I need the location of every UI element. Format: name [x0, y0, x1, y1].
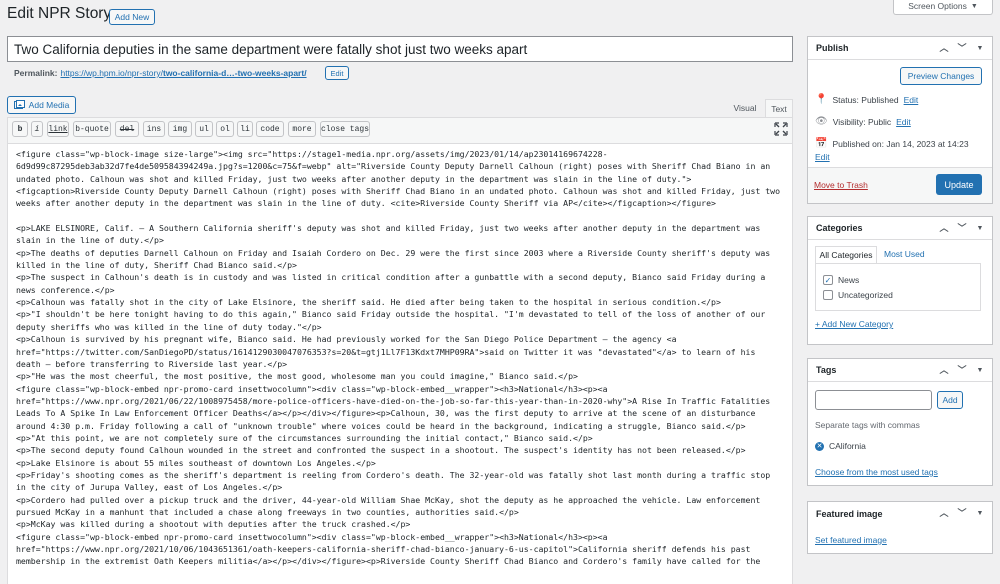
box-controls: ︿ ﹀ ▼ [938, 223, 986, 234]
qt-bold-button[interactable]: b [12, 121, 28, 137]
set-featured-image-link[interactable]: Set featured image [815, 535, 887, 545]
tags-hint: Separate tags with commas [815, 420, 920, 430]
qt-li-button[interactable]: li [237, 121, 253, 137]
category-label: Uncategorized [838, 290, 893, 300]
chevron-down-icon[interactable]: ﹀ [956, 508, 968, 519]
featured-image-box: Featured image ︿ ﹀ ▼ [807, 501, 993, 554]
qt-close-tags-button[interactable]: close tags [320, 121, 370, 137]
chevron-down-icon[interactable]: ﹀ [956, 223, 968, 234]
status-row: 📍 Status: Published Edit [815, 94, 918, 105]
checkbox-checked[interactable]: ✓ [823, 275, 833, 285]
caret-down-icon[interactable]: ▼ [974, 223, 986, 234]
chevron-up-icon[interactable]: ︿ [938, 365, 950, 376]
categories-box-header: Categories ︿ ﹀ ▼ [808, 217, 992, 240]
permalink-slug: two-california-d…-two-weeks-apart/ [162, 68, 307, 78]
add-media-button[interactable]: Add Media [7, 96, 76, 114]
publish-title: Publish [816, 43, 849, 53]
tab-visual[interactable]: Visual [729, 99, 761, 117]
published-edit-link[interactable]: Edit [815, 152, 830, 162]
box-controls: ︿ ﹀ ▼ [938, 508, 986, 519]
remove-tag-icon[interactable]: ✕ [815, 441, 824, 451]
status-label: Status: Published [832, 94, 899, 105]
tags-title: Tags [816, 365, 837, 375]
calendar-icon: 📅 [815, 138, 828, 149]
screen-options-button[interactable]: Screen Options ▼ [893, 0, 993, 15]
content-textarea[interactable]: <figure class="wp-block-image size-large… [7, 144, 793, 584]
qt-link-button[interactable]: link [47, 121, 69, 137]
screen-options-label: Screen Options [908, 1, 967, 11]
published-label: Published on: Jan 14, 2023 at 14:23 [832, 138, 969, 149]
caret-down-icon[interactable]: ▼ [974, 43, 986, 54]
post-title-value: Two California deputies in the same depa… [14, 41, 528, 57]
featured-image-title: Featured image [816, 508, 883, 519]
qt-ul-button[interactable]: ul [195, 121, 213, 137]
tab-all-categories[interactable]: All Categories [815, 246, 877, 263]
chevron-down-icon[interactable]: ﹀ [956, 43, 968, 54]
category-list [815, 263, 981, 311]
page-title: Edit NPR Story [7, 5, 112, 22]
qt-bquote-button[interactable]: b-quote [73, 121, 111, 137]
tags-box-header: Tags ︿ ﹀ ▼ [808, 359, 992, 382]
caret-down-icon[interactable]: ▼ [974, 365, 986, 376]
qt-img-button[interactable]: img [168, 121, 192, 137]
caret-down-icon: ▼ [970, 2, 978, 10]
caret-down-icon[interactable]: ▼ [974, 508, 986, 519]
qt-code-button[interactable]: code [256, 121, 284, 137]
qt-ins-button[interactable]: ins [143, 121, 165, 137]
qt-ol-button[interactable]: ol [216, 121, 234, 137]
add-media-icon [13, 100, 25, 109]
add-new-button[interactable]: Add New [109, 9, 155, 25]
pin-icon: 📍 [815, 94, 828, 105]
visibility-label: Visibility: Public [832, 116, 892, 127]
publish-box-header: Publish ︿ ﹀ ▼ [808, 37, 992, 60]
categories-title: Categories [816, 223, 863, 233]
chevron-up-icon[interactable]: ︿ [938, 43, 950, 54]
box-controls: ︿ ﹀ ▼ [938, 43, 986, 54]
featured-image-box-header: Featured image ︿ ﹀ ▼ [808, 502, 992, 525]
qt-italic-button[interactable]: i [31, 121, 43, 137]
preview-changes-button[interactable]: Preview Changes [900, 67, 982, 85]
eye-icon: 👁 [815, 116, 828, 127]
permalink-base: https://wp.hpm.io/npr-story/ [60, 68, 163, 78]
add-new-category-link[interactable]: + Add New Category [815, 319, 893, 329]
move-to-trash-link[interactable]: Move to Trash [814, 180, 868, 190]
qt-more-button[interactable]: more [288, 121, 316, 137]
permalink-edit-button[interactable]: Edit [325, 66, 349, 80]
tab-most-used[interactable]: Most Used [884, 249, 925, 259]
box-controls: ︿ ﹀ ▼ [938, 365, 986, 376]
status-edit-link[interactable]: Edit [904, 95, 919, 105]
visibility-edit-link[interactable]: Edit [896, 117, 911, 127]
content-text: <figure class="wp-block-image size-large… [16, 149, 781, 567]
tab-text[interactable]: Text [765, 99, 793, 118]
category-item[interactable]: Uncategorized [823, 290, 893, 300]
tag-label: CAlifornia [829, 441, 866, 451]
checkbox-unchecked[interactable] [823, 290, 833, 300]
post-title-input[interactable]: Two California deputies in the same depa… [7, 36, 793, 62]
qt-del-button[interactable]: del [115, 121, 139, 137]
chevron-up-icon[interactable]: ︿ [938, 508, 950, 519]
choose-most-used-tags-link[interactable]: Choose from the most used tags [815, 467, 938, 477]
category-item[interactable]: ✓ News [823, 275, 859, 285]
category-label: News [838, 275, 860, 285]
chevron-down-icon[interactable]: ﹀ [956, 365, 968, 376]
update-button[interactable]: Update [936, 174, 982, 195]
visibility-row: 👁 Visibility: Public Edit [815, 116, 911, 127]
published-row: 📅 Published on: Jan 14, 2023 at 14:23 [815, 138, 969, 149]
chevron-up-icon[interactable]: ︿ [938, 223, 950, 234]
tag-input[interactable] [815, 390, 932, 410]
permalink-link[interactable]: https://wp.hpm.io/npr-story/two-californ… [60, 68, 306, 78]
add-tag-button[interactable]: Add [937, 391, 963, 409]
tag-chip: ✕ CAlifornia [815, 441, 866, 451]
permalink-label: Permalink: [14, 68, 58, 78]
permalink-row: Permalink: https://wp.hpm.io/npr-story/t… [14, 68, 307, 78]
add-media-label: Add Media [28, 100, 70, 110]
fullscreen-icon[interactable] [774, 122, 788, 136]
